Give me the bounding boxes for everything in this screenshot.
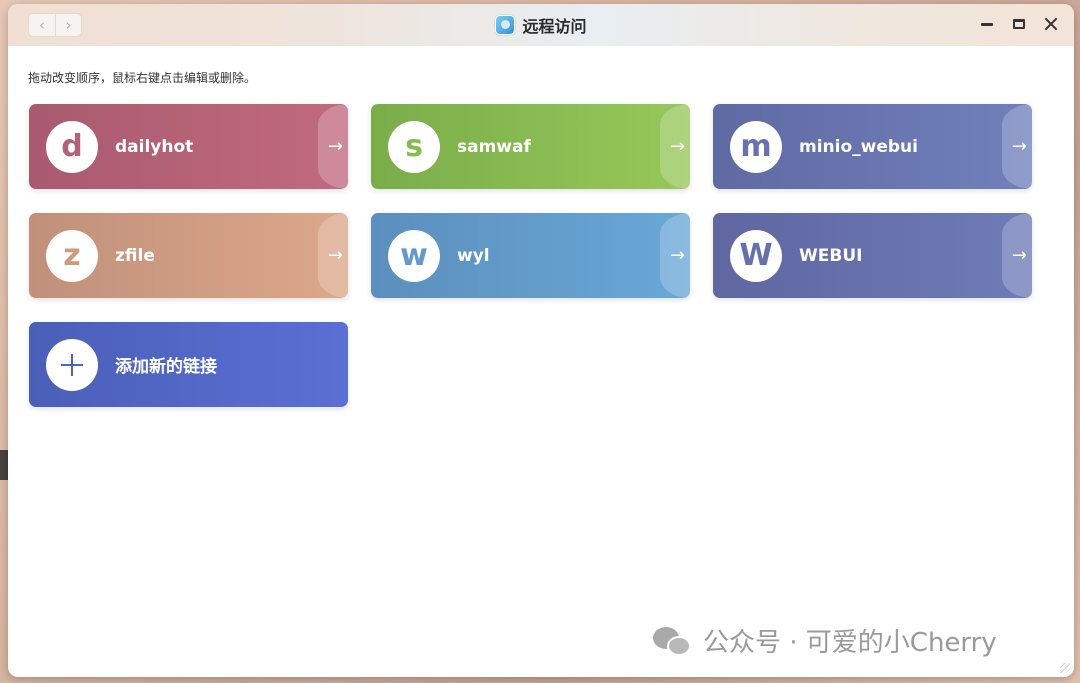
chevron-right-icon[interactable]: › (54, 14, 81, 36)
watermark: 公众号 · 可爱的小Cherry (653, 622, 997, 659)
link-avatar: z (46, 229, 98, 282)
resize-grip[interactable] (1060, 663, 1070, 673)
arrow-right-icon[interactable]: → (318, 213, 348, 298)
arrow-right-icon[interactable]: → (1002, 213, 1032, 298)
titlebar: ‹ › 远程访问 (8, 4, 1074, 46)
link-name: wyl (457, 245, 490, 266)
title-wrap: 远程访问 (495, 13, 587, 37)
link-name: minio_webui (799, 136, 918, 157)
wechat-icon (653, 625, 693, 657)
close-button[interactable] (1042, 14, 1060, 34)
link-avatar: d (46, 120, 98, 173)
chevron-left-icon[interactable]: ‹ (29, 14, 55, 36)
link-avatar: m (730, 120, 782, 173)
link-card-webui[interactable]: W WEBUI → (713, 213, 1032, 298)
arrow-right-icon[interactable]: → (660, 213, 690, 298)
minimize-button[interactable] (978, 14, 996, 34)
link-grid: d dailyhot → s samwaf → m minio_webui → … (29, 104, 1033, 408)
link-card-dailyhot[interactable]: d dailyhot → (29, 104, 348, 189)
nav-buttons: ‹ › (28, 13, 82, 37)
minimize-icon (981, 22, 993, 26)
instruction-text: 拖动改变顺序，鼠标右键点击编辑或删除。 (28, 71, 257, 85)
add-link-avatar (46, 338, 98, 391)
arrow-right-icon[interactable]: → (318, 104, 348, 189)
link-card-wyl[interactable]: w wyl → (371, 213, 690, 298)
desktop-background-edge (0, 450, 8, 480)
add-link-label: 添加新的链接 (115, 357, 217, 377)
link-avatar: s (388, 120, 440, 173)
link-avatar: w (388, 229, 440, 282)
arrow-right-icon[interactable]: → (1002, 104, 1032, 189)
link-card-minio-webui[interactable]: m minio_webui → (713, 104, 1032, 189)
link-card-zfile[interactable]: z zfile → (29, 213, 348, 298)
link-name: dailyhot (115, 136, 194, 157)
link-name: zfile (115, 245, 155, 266)
remote-access-window: ‹ › 远程访问 拖动改变顺序，鼠标右键点击编辑或删除。 d dailyhot … (8, 4, 1074, 677)
link-name: samwaf (457, 136, 531, 157)
close-icon (1044, 17, 1058, 31)
maximize-icon (1013, 19, 1025, 29)
plus-icon (61, 353, 83, 376)
window-title: 远程访问 (522, 17, 587, 36)
maximize-button[interactable] (1010, 14, 1028, 34)
watermark-text: 公众号 · 可爱的小Cherry (703, 628, 997, 658)
window-controls (978, 14, 1060, 34)
link-card-samwaf[interactable]: s samwaf → (371, 104, 690, 189)
remote-access-app-icon (495, 15, 516, 35)
arrow-right-icon[interactable]: → (660, 104, 690, 189)
add-link-button[interactable]: 添加新的链接 (29, 322, 348, 407)
link-name: WEBUI (799, 245, 863, 266)
link-avatar: W (730, 229, 782, 282)
